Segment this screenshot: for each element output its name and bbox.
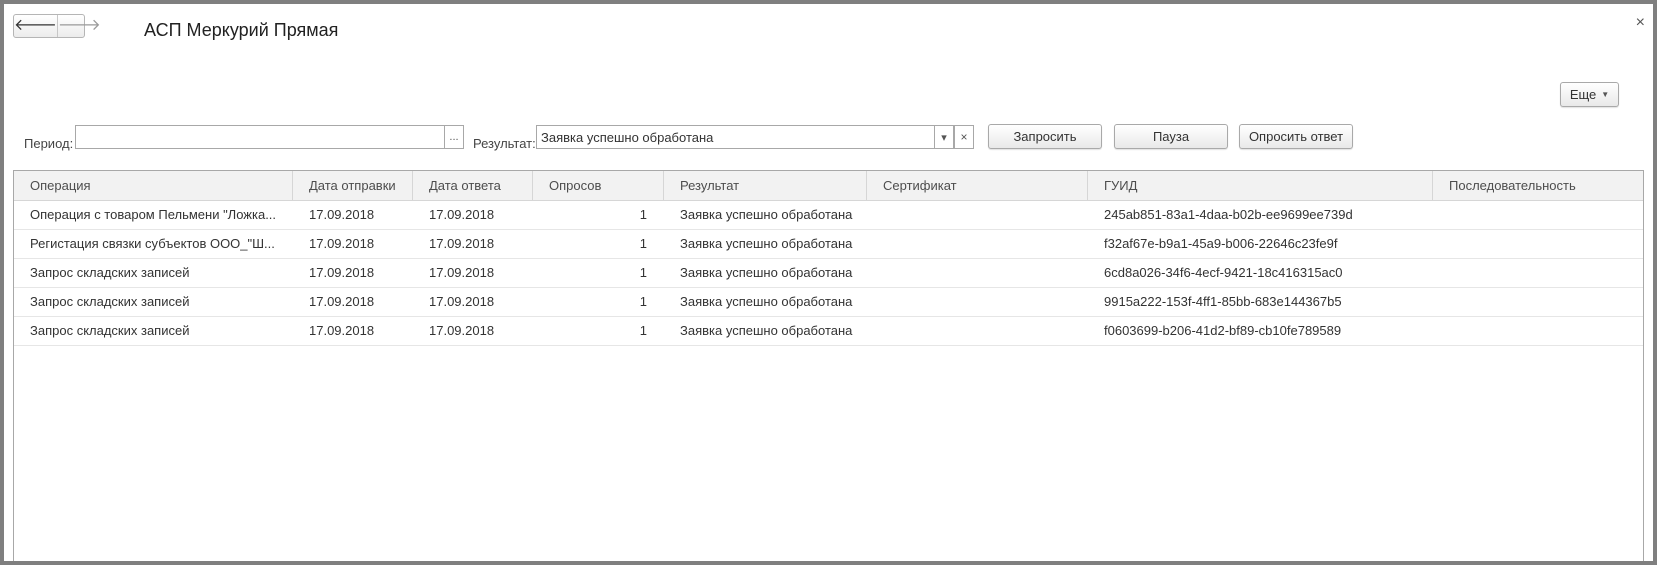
cell-sequence xyxy=(1433,201,1643,229)
more-button-label: Еще xyxy=(1569,87,1597,102)
cell-response-date: 17.09.2018 xyxy=(429,323,495,338)
cell-sent-date: 17.09.2018 xyxy=(309,265,375,280)
column-header-guid[interactable]: ГУИД xyxy=(1088,171,1433,200)
cell-guid: 6cd8a026-34f6-4ecf-9421-18c416315ac0 xyxy=(1104,265,1343,280)
period-select-button[interactable]: ... xyxy=(444,126,463,148)
column-header-certificate[interactable]: Сертификат xyxy=(867,171,1088,200)
column-header-sent-date[interactable]: Дата отправки xyxy=(293,171,413,200)
requests-table: Операция Дата отправки Дата ответа Опрос… xyxy=(13,170,1644,561)
page-title: АСП Меркурий Прямая xyxy=(144,20,339,40)
table-row[interactable]: Запрос складских записей 17.09.2018 17.0… xyxy=(14,317,1643,346)
cell-guid: f32af67e-b9a1-45a9-b006-22646c23fe9f xyxy=(1104,236,1338,251)
close-icon[interactable]: × xyxy=(1636,15,1645,31)
column-header-result[interactable]: Результат xyxy=(664,171,867,200)
cell-sent-date: 17.09.2018 xyxy=(309,294,375,309)
cell-operation: Регистация связки субъектов ООО_"Ш... xyxy=(30,236,275,251)
cell-sequence xyxy=(1433,317,1643,345)
cell-certificate xyxy=(867,259,1088,287)
cell-sent-date: 17.09.2018 xyxy=(309,323,375,338)
cell-sequence xyxy=(1433,288,1643,316)
cell-polls: 1 xyxy=(639,294,647,309)
cell-certificate xyxy=(867,201,1088,229)
cell-response-date: 17.09.2018 xyxy=(429,294,495,309)
result-label: Результат: xyxy=(473,136,536,151)
cell-operation: Запрос складских записей xyxy=(30,294,190,309)
column-header-sequence[interactable]: Последовательность xyxy=(1433,171,1643,200)
table-row[interactable]: Запрос складских записей 17.09.2018 17.0… xyxy=(14,288,1643,317)
caret-down-icon: ▼ xyxy=(1601,90,1610,99)
cell-polls: 1 xyxy=(639,265,647,280)
column-header-response-date[interactable]: Дата ответа xyxy=(413,171,533,200)
navigation-buttons: 🡐 🡒 xyxy=(13,14,101,38)
result-value: Заявка успешно обработана xyxy=(541,129,714,145)
cell-polls: 1 xyxy=(639,236,647,251)
column-header-operation[interactable]: Операция xyxy=(14,171,293,200)
cell-polls: 1 xyxy=(639,323,647,338)
cell-operation: Запрос складских записей xyxy=(30,265,190,280)
cell-certificate xyxy=(867,317,1088,345)
table-header: Операция Дата отправки Дата ответа Опрос… xyxy=(14,171,1643,201)
cell-sent-date: 17.09.2018 xyxy=(309,236,375,251)
forward-arrow-icon[interactable]: 🡒 xyxy=(58,15,101,37)
poll-response-button[interactable]: Опросить ответ xyxy=(1239,124,1353,149)
clear-icon[interactable]: × xyxy=(954,125,974,149)
cell-certificate xyxy=(867,288,1088,316)
period-field[interactable]: ... xyxy=(75,125,464,149)
cell-operation: Операция с товаром Пельмени "Ложка... xyxy=(30,207,277,222)
request-button[interactable]: Запросить xyxy=(988,124,1102,149)
cell-guid: 245ab851-83a1-4daa-b02b-ee9699ee739d xyxy=(1104,207,1353,222)
cell-response-date: 17.09.2018 xyxy=(429,265,495,280)
cell-result: Заявка успешно обработана xyxy=(680,294,853,309)
form-window: 🡐 🡒 АСП Меркурий Прямая × Еще ▼ Период: … xyxy=(4,4,1653,561)
cell-result: Заявка успешно обработана xyxy=(680,265,853,280)
cell-sequence xyxy=(1433,230,1643,258)
back-arrow-icon[interactable]: 🡐 xyxy=(14,15,58,37)
more-button[interactable]: Еще ▼ xyxy=(1560,82,1619,107)
cell-certificate xyxy=(867,230,1088,258)
cell-response-date: 17.09.2018 xyxy=(429,236,495,251)
result-field[interactable]: Заявка успешно обработана ▾ xyxy=(536,125,954,149)
table-row[interactable]: Регистация связки субъектов ООО_"Ш... 17… xyxy=(14,230,1643,259)
table-row[interactable]: Операция с товаром Пельмени "Ложка... 17… xyxy=(14,201,1643,230)
pause-button[interactable]: Пауза xyxy=(1114,124,1228,149)
cell-guid: f0603699-b206-41d2-bf89-cb10fe789589 xyxy=(1104,323,1342,338)
cell-result: Заявка успешно обработана xyxy=(680,236,853,251)
cell-response-date: 17.09.2018 xyxy=(429,207,495,222)
cell-polls: 1 xyxy=(639,207,647,222)
cell-operation: Запрос складских записей xyxy=(30,323,190,338)
cell-result: Заявка успешно обработана xyxy=(680,323,853,338)
chevron-down-icon[interactable]: ▾ xyxy=(934,126,953,148)
cell-result: Заявка успешно обработана xyxy=(680,207,853,222)
column-header-polls[interactable]: Опросов xyxy=(533,171,664,200)
period-label: Период: xyxy=(24,136,74,151)
table-row[interactable]: Запрос складских записей 17.09.2018 17.0… xyxy=(14,259,1643,288)
cell-sequence xyxy=(1433,259,1643,287)
cell-guid: 9915a222-153f-4ff1-85bb-683e144367b5 xyxy=(1104,294,1342,309)
cell-sent-date: 17.09.2018 xyxy=(309,207,375,222)
